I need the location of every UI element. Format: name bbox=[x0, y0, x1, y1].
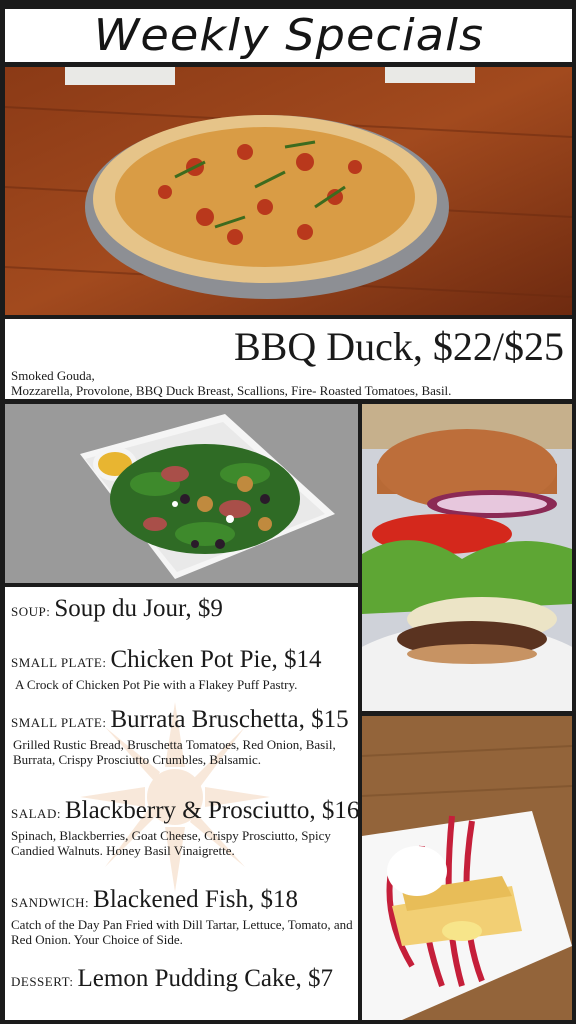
menu-item-burrata-bruschetta: Small Plate: Burrata Bruschetta, $15 Gri… bbox=[11, 706, 356, 767]
salad-photo bbox=[5, 404, 358, 583]
menu-item-lemon-pudding-cake: Dessert: Lemon Pudding Cake, $7 bbox=[11, 965, 356, 993]
menu-panel: Soup: Soup du Jour, $9 Small Plate: Chic… bbox=[5, 587, 358, 1020]
header-banner: Weekly Specials bbox=[5, 9, 572, 62]
menu-dish-description: Catch of the Day Pan Fried with Dill Tar… bbox=[11, 917, 353, 947]
menu-category-label: Salad: bbox=[11, 806, 61, 821]
menu-dish-title: Blackened Fish, $18 bbox=[93, 886, 299, 913]
featured-special-panel: BBQ Duck, $22/$25 Smoked Gouda, Mozzarel… bbox=[5, 319, 572, 399]
page-title: Weekly Specials bbox=[93, 10, 484, 61]
menu-item-chicken-pot-pie: Small Plate: Chicken Pot Pie, $14 A Croc… bbox=[11, 646, 356, 692]
featured-special-title: BBQ Duck, $22/$25 bbox=[234, 324, 564, 369]
pizza-photo bbox=[5, 67, 572, 315]
menu-dish-description: A Crock of Chicken Pot Pie with a Flakey… bbox=[15, 677, 298, 692]
menu-dish-title: Blackberry & Prosciutto, $16 bbox=[64, 797, 358, 824]
dessert-photo bbox=[362, 716, 572, 1020]
menu-dish-title: Lemon Pudding Cake, $7 bbox=[77, 965, 334, 992]
menu-category-label: Small Plate: bbox=[11, 715, 107, 730]
menu-dish-title: Soup du Jour, $9 bbox=[54, 595, 223, 622]
menu-category-label: Sandwich: bbox=[11, 895, 90, 910]
menu-item-blackened-fish: Sandwich: Blackened Fish, $18 Catch of t… bbox=[11, 886, 356, 947]
menu-dish-title: Burrata Bruschetta, $15 bbox=[110, 706, 349, 733]
menu-category-label: Dessert: bbox=[11, 974, 74, 989]
menu-dish-description: Spinach, Blackberries, Goat Cheese, Cris… bbox=[11, 828, 331, 858]
menu-item-blackberry-prosciutto: Salad: Blackberry & Prosciutto, $16 Spin… bbox=[11, 797, 358, 858]
burger-photo bbox=[362, 404, 572, 711]
menu-category-label: Soup: bbox=[11, 604, 51, 619]
menu-dish-title: Chicken Pot Pie, $14 bbox=[110, 646, 322, 673]
menu-item-soup: Soup: Soup du Jour, $9 bbox=[11, 595, 356, 623]
menu-dish-description: Grilled Rustic Bread, Bruschetta Tomatoe… bbox=[13, 737, 336, 767]
menu-category-label: Small Plate: bbox=[11, 655, 107, 670]
featured-special-description: Smoked Gouda, Mozzarella, Provolone, BBQ… bbox=[11, 368, 452, 398]
